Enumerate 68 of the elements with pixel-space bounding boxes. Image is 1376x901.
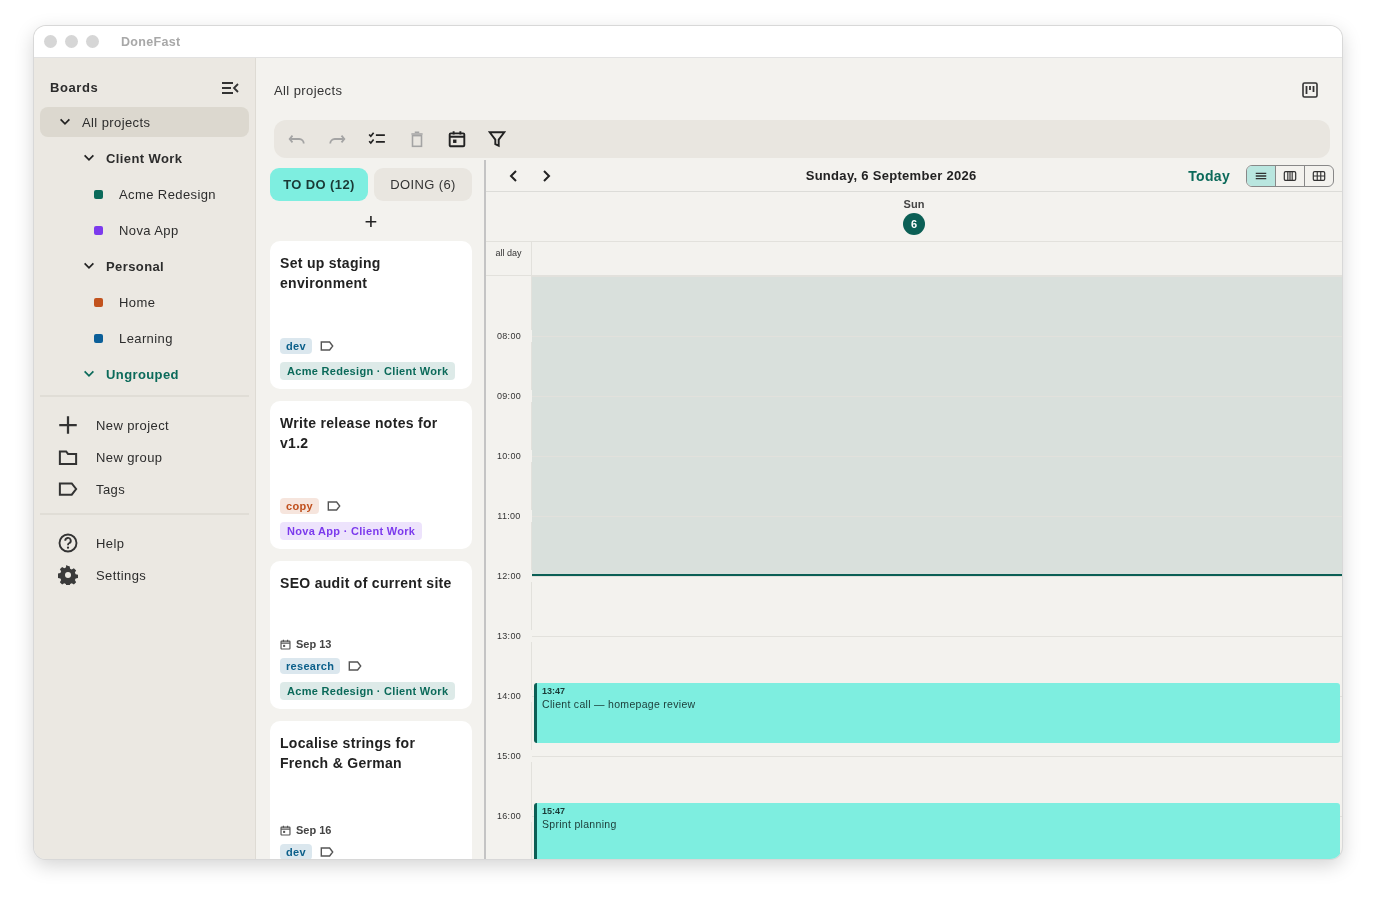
task-card[interactable]: Write release notes for v1.2 copy Nova App · Client Work xyxy=(270,401,472,549)
calendar-date: Sunday, 6 September 2026 xyxy=(804,168,978,183)
task-title: SEO audit of current site xyxy=(280,574,453,593)
project-label: Nova App · Client Work xyxy=(280,522,423,540)
task-card[interactable]: Set up staging environment dev Acme Redesign · Client Work xyxy=(270,241,472,389)
task-title: Write release notes for v1.2 xyxy=(280,414,439,453)
column-tab[interactable]: TO DO (12) xyxy=(270,168,368,201)
calendar-icon xyxy=(280,824,291,836)
tag-label: dev xyxy=(280,844,312,859)
tag-icon xyxy=(58,479,78,499)
tag-icon xyxy=(319,339,334,353)
today-button[interactable]: Today xyxy=(1188,167,1230,184)
all-day-label: all day xyxy=(486,242,532,275)
filter-icon xyxy=(488,130,506,148)
toolbar-button[interactable] xyxy=(488,130,506,148)
window-title: DoneFast xyxy=(121,34,181,49)
day-name: Sun xyxy=(903,198,925,210)
sidebar-title: Boards xyxy=(50,80,99,95)
folder-icon xyxy=(58,447,78,467)
task-title: Set up staging environment xyxy=(280,254,382,293)
due-date: Sep 16 xyxy=(296,824,332,836)
due-date: Sep 13 xyxy=(296,638,332,650)
tag-icon xyxy=(326,499,341,513)
tree-item[interactable]: Personal xyxy=(40,251,249,281)
view-button[interactable] xyxy=(1247,165,1275,186)
task-card[interactable]: Localise strings for French & German Sep 16 dev xyxy=(270,721,472,859)
sidebar-action[interactable]: Settings xyxy=(40,559,249,591)
collapse-sidebar-icon[interactable] xyxy=(221,80,239,95)
sidebar-action[interactable]: Help xyxy=(40,527,249,559)
tree-item[interactable]: Ungrouped xyxy=(40,359,249,389)
calendar-event[interactable]: 13:47 Client call — homepage review xyxy=(534,683,1340,743)
week-view-icon xyxy=(1283,168,1297,183)
event-time: 15:47 xyxy=(542,806,566,816)
project-item[interactable]: Nova App xyxy=(40,215,249,245)
task-card[interactable]: SEO audit of current site Sep 13 research Acme Redesign · Client Work xyxy=(270,561,472,709)
task-title: Localise strings for French & German xyxy=(280,734,417,773)
month-view-icon xyxy=(1312,168,1326,183)
tree-item[interactable]: Client Work xyxy=(40,143,249,173)
toolbar-button[interactable] xyxy=(448,130,466,148)
sidebar-action[interactable]: New project xyxy=(40,409,249,441)
tag-label: research xyxy=(280,658,341,674)
plus-icon xyxy=(58,415,78,435)
project-label: Acme Redesign · Client Work xyxy=(280,682,456,700)
calendar-icon xyxy=(280,638,291,650)
tag-label: copy xyxy=(280,498,319,514)
tag-icon xyxy=(319,845,334,859)
settings-icon xyxy=(58,565,78,585)
tag-label: dev xyxy=(280,338,312,354)
event-title: Client call — homepage review xyxy=(542,698,696,710)
day-number: 6 xyxy=(903,213,925,235)
project-item[interactable]: Learning xyxy=(40,323,249,353)
board-view-icon[interactable] xyxy=(1302,82,1318,98)
tree-item[interactable]: All projects xyxy=(40,107,249,137)
sidebar-action[interactable]: New group xyxy=(40,441,249,473)
project-item[interactable]: Home xyxy=(40,287,249,317)
event-time: 13:47 xyxy=(542,686,566,696)
add-task-button[interactable]: + xyxy=(358,209,384,235)
sidebar-action[interactable]: Tags xyxy=(40,473,249,505)
event-title: Sprint planning xyxy=(542,818,617,830)
trash-icon xyxy=(408,130,426,148)
column-tab[interactable]: DOING (6) xyxy=(374,168,472,201)
calendar-event[interactable]: 15:47 Sprint planning xyxy=(534,803,1340,859)
help-icon xyxy=(58,533,78,553)
project-item[interactable]: Acme Redesign xyxy=(40,179,249,209)
project-label: Acme Redesign · Client Work xyxy=(280,362,456,380)
calendar-icon xyxy=(448,130,466,148)
tag-icon xyxy=(348,659,363,673)
board-title: All projects xyxy=(274,82,343,98)
